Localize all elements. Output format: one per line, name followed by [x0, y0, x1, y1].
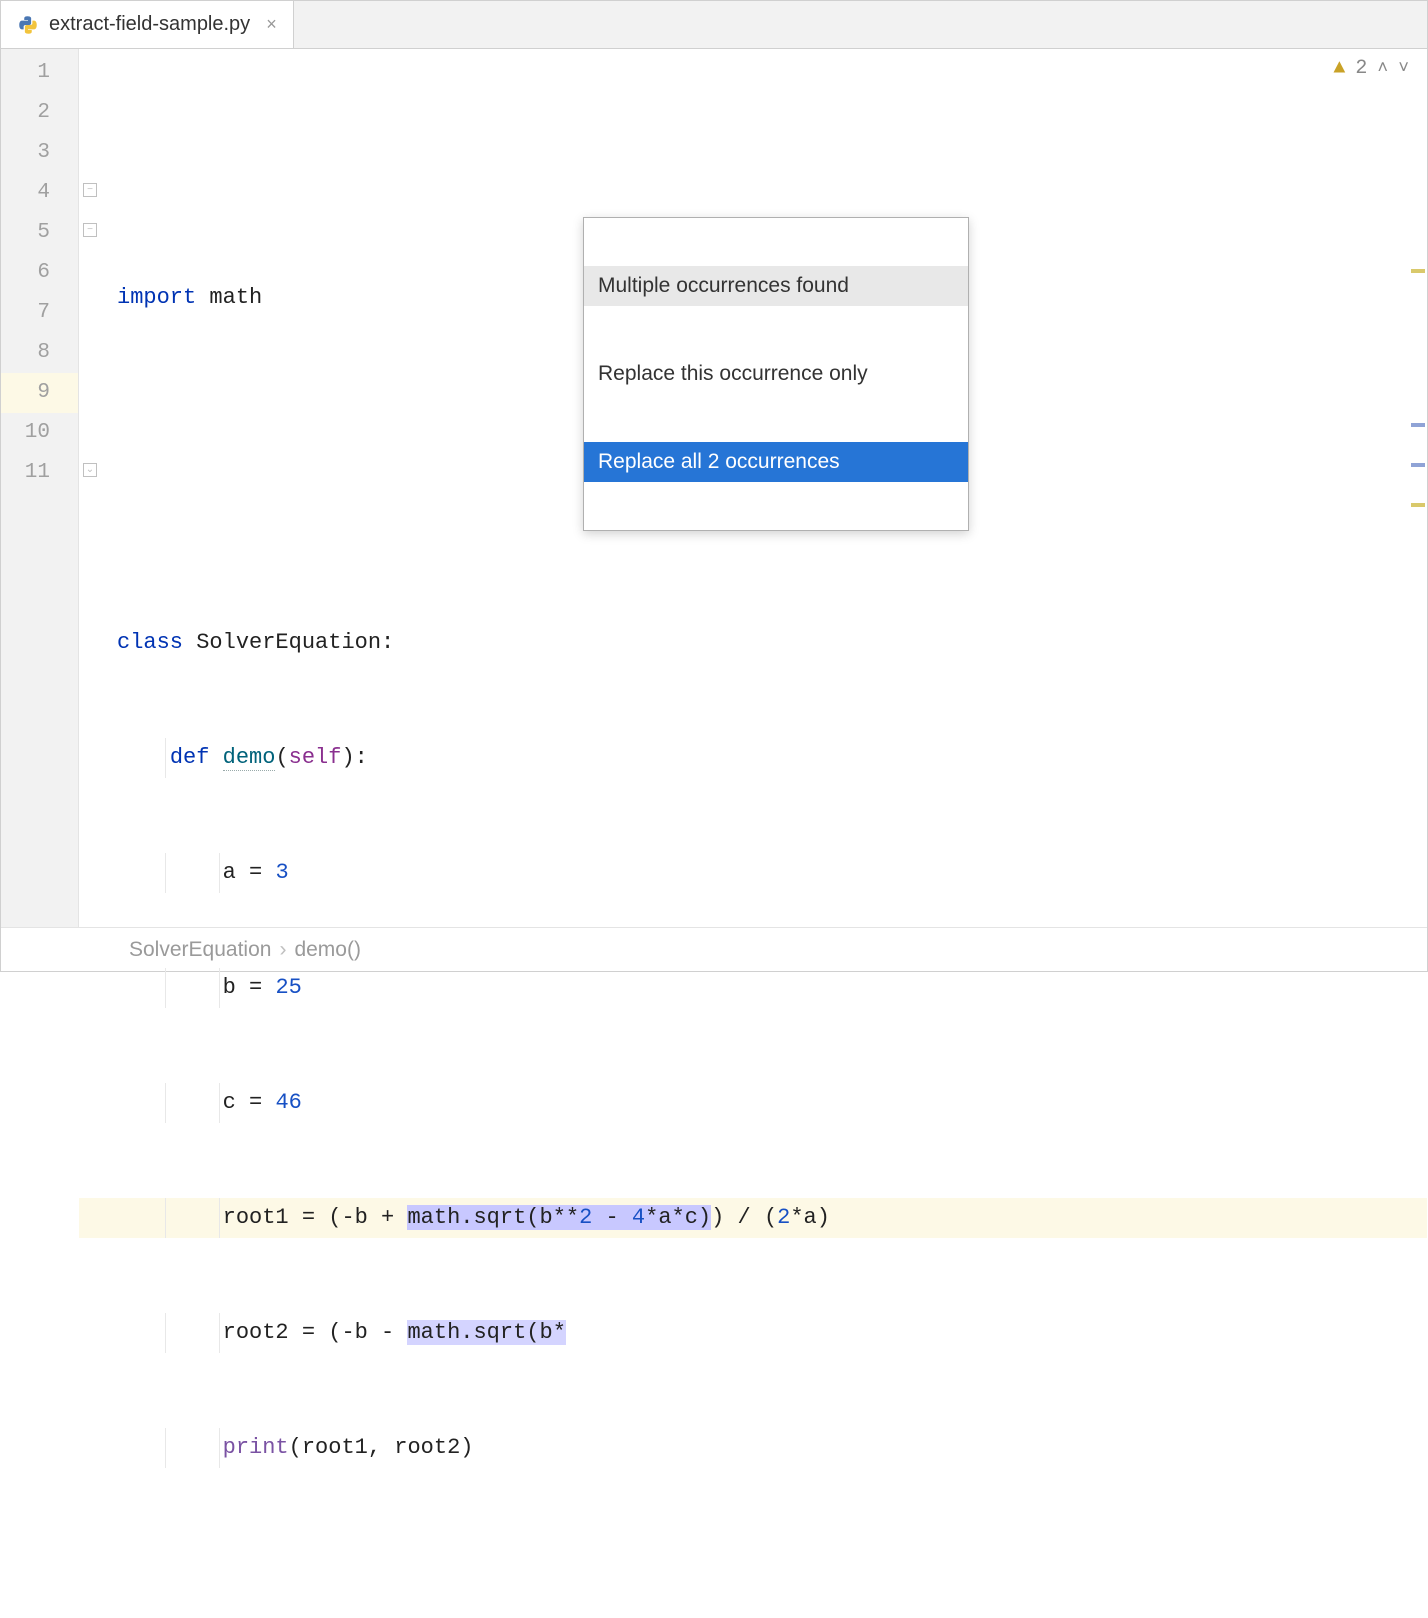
tab-bar: extract-field-sample.py × — [1, 1, 1427, 49]
line-number[interactable]: 7 — [1, 293, 78, 333]
popup-option-replace-one[interactable]: Replace this occurrence only — [584, 354, 968, 394]
chevron-up-icon[interactable]: ˄ — [1377, 59, 1388, 79]
editor-tab[interactable]: extract-field-sample.py × — [1, 1, 294, 48]
code-line[interactable]: root2 = (-b - math.sqrt(b* — [79, 1313, 1427, 1353]
keyword: class — [117, 630, 183, 655]
code-text: (root1, root2) — [289, 1435, 474, 1460]
code-text: *a) — [790, 1205, 830, 1230]
code-text: a = — [223, 860, 276, 885]
gutter: 1234567891011 — [1, 49, 79, 927]
code-line[interactable]: root1 = (-b + math.sqrt(b**2 - 4*a*c)) /… — [79, 1198, 1427, 1238]
code-line[interactable]: class SolverEquation: — [79, 623, 1427, 663]
keyword: import — [117, 285, 196, 310]
number-literal: 46 — [275, 1090, 301, 1115]
marker-strip — [1409, 49, 1427, 927]
code-text: root1 = (-b + — [223, 1205, 408, 1230]
code-text: b = — [223, 975, 276, 1000]
python-file-icon — [17, 14, 39, 36]
close-icon[interactable]: × — [260, 14, 277, 35]
line-number[interactable]: 4 — [1, 173, 78, 213]
line-number[interactable]: 5 — [1, 213, 78, 253]
line-number[interactable]: 3 — [1, 133, 78, 173]
code-text: ( — [275, 745, 288, 770]
selection: math.sqrt(b* — [407, 1320, 565, 1345]
line-number[interactable]: 9 — [1, 373, 78, 413]
tab-filename: extract-field-sample.py — [49, 13, 250, 36]
code-area[interactable]: ▲ 2 ˄ ˅ import math class SolverEquation… — [79, 49, 1427, 927]
code-text: math — [196, 285, 262, 310]
keyword: def — [170, 745, 223, 770]
editor: 1234567891011 − − ⌄ ▲ 2 ˄ ˅ import math … — [1, 49, 1427, 927]
selection: math.sqrt(b**2 - 4*a*c) — [407, 1205, 711, 1230]
line-number[interactable]: 10 — [1, 413, 78, 453]
warning-count: 2 — [1355, 57, 1367, 80]
code-text: root2 = (-b - — [223, 1320, 408, 1345]
number-literal: 25 — [275, 975, 301, 1000]
popup-option-replace-all[interactable]: Replace all 2 occurrences — [584, 442, 968, 482]
code-text: SolverEquation: — [183, 630, 394, 655]
code-line[interactable]: print(root1, root2) — [79, 1428, 1427, 1468]
number-literal: 3 — [275, 860, 288, 885]
number-literal: 2 — [777, 1205, 790, 1230]
builtin-call: print — [223, 1435, 289, 1460]
occurrence-marker[interactable] — [1411, 463, 1425, 467]
code-line[interactable]: c = 46 — [79, 1083, 1427, 1123]
function-name: demo — [223, 745, 276, 771]
inspection-widget: ▲ 2 ˄ ˅ — [1333, 57, 1409, 80]
code-line[interactable]: def demo(self): — [79, 738, 1427, 778]
warning-marker[interactable] — [1411, 503, 1425, 507]
line-number[interactable]: 11 — [1, 453, 78, 493]
occurrences-popup: Multiple occurrences found Replace this … — [583, 217, 969, 531]
self-param: self — [289, 745, 342, 770]
line-number[interactable]: 2 — [1, 93, 78, 133]
code-text: ): — [341, 745, 367, 770]
chevron-down-icon[interactable]: ˅ — [1398, 59, 1409, 79]
line-number[interactable]: 6 — [1, 253, 78, 293]
line-number[interactable]: 8 — [1, 333, 78, 373]
code-text: c = — [223, 1090, 276, 1115]
warning-marker[interactable] — [1411, 269, 1425, 273]
warning-icon[interactable]: ▲ — [1333, 57, 1345, 80]
line-number[interactable]: 1 — [1, 53, 78, 93]
popup-title: Multiple occurrences found — [584, 266, 968, 306]
code-text: ) / ( — [711, 1205, 777, 1230]
code-line[interactable]: a = 3 — [79, 853, 1427, 893]
code-line[interactable]: b = 25 — [79, 968, 1427, 1008]
